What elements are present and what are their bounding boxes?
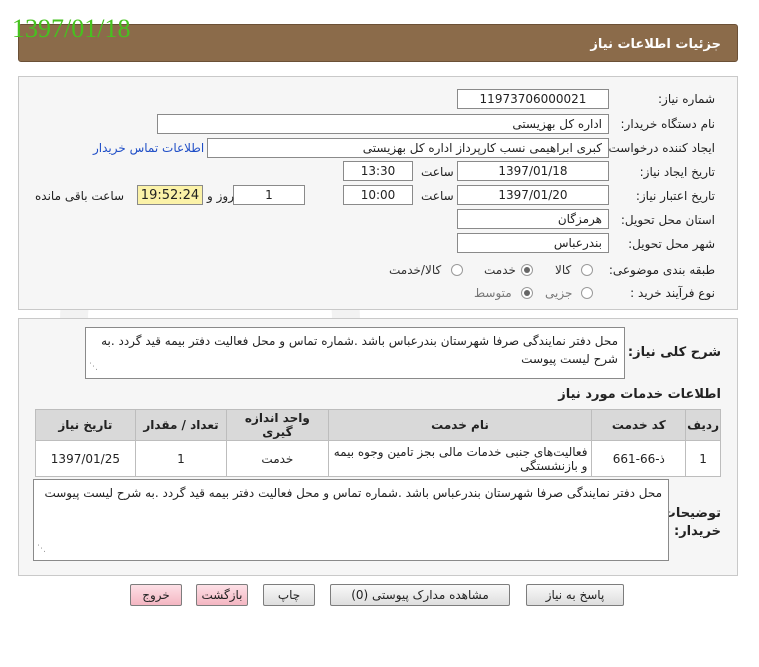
buyer-notes-text: محل دفتر نمایندگی صرفا شهرستان بندرعباس … bbox=[44, 486, 662, 500]
need-info-panel: شماره نیاز: 11973706000021 نام دستگاه خر… bbox=[18, 76, 738, 310]
page-title: جزئیات اطلاعات نیاز bbox=[590, 37, 721, 52]
remaining-time-field: 19:52:24 bbox=[137, 185, 203, 205]
view-attachments-button[interactable]: مشاهده مدارک پیوستی (0) bbox=[330, 584, 510, 606]
category-both-radio[interactable] bbox=[451, 264, 463, 276]
buyer-org-label: نام دستگاه خریدار: bbox=[620, 117, 716, 131]
category-goods-radio[interactable] bbox=[581, 264, 593, 276]
requester-label: ایجاد کننده درخواست: bbox=[604, 141, 715, 155]
col-row-number: ردیف bbox=[685, 409, 721, 441]
reply-button[interactable]: پاسخ به نیاز bbox=[526, 584, 624, 606]
services-table-header: ردیف کد خدمت نام خدمت واحد اندازه گیری ت… bbox=[35, 409, 721, 441]
created-time-field: 13:30 bbox=[343, 161, 413, 181]
need-details-panel: شرح کلی نیاز: محل دفتر نمایندگی صرفا شهر… bbox=[18, 318, 738, 576]
remaining-label: ساعت باقی مانده bbox=[35, 189, 125, 203]
city-label: شهر محل تحویل: bbox=[628, 237, 715, 251]
category-label: طبقه بندی موضوعی: bbox=[608, 263, 715, 277]
col-need-date: تاریخ نیاز bbox=[35, 409, 136, 441]
province-field: هرمزگان bbox=[457, 209, 609, 229]
col-service-name: نام خدمت bbox=[327, 409, 593, 441]
services-table: ردیف کد خدمت نام خدمت واحد اندازه گیری ت… bbox=[35, 409, 721, 477]
buyer-org-field: اداره کل بهزیستی bbox=[157, 114, 609, 134]
print-button[interactable]: چاپ bbox=[263, 584, 315, 606]
summary-text: محل دفتر نمایندگی صرفا شهرستان بندرعباس … bbox=[101, 334, 618, 366]
category-service-radio[interactable] bbox=[521, 264, 533, 276]
cell-quantity: 1 bbox=[134, 440, 228, 477]
category-goods-label: کالا bbox=[555, 263, 572, 277]
valid-date-field: 1397/01/20 bbox=[457, 185, 609, 205]
resize-grip-icon[interactable]: ⋰ bbox=[89, 358, 98, 376]
valid-date-label: تاریخ اعتبار نیاز: bbox=[635, 189, 715, 203]
date-stamp: 1397/01/18 bbox=[12, 14, 131, 43]
cell-row-number: 1 bbox=[685, 440, 721, 477]
valid-time-label: ساعت bbox=[421, 189, 454, 203]
buyer-notes-label: توضیحات خریدار: bbox=[662, 506, 721, 539]
created-date-field: 1397/01/18 bbox=[457, 161, 609, 181]
col-unit: واحد اندازه گیری bbox=[226, 409, 329, 441]
services-section-title: اطلاعات خدمات مورد نیاز bbox=[558, 387, 721, 402]
remaining-days-field: 1 bbox=[233, 185, 305, 205]
col-service-code: کد خدمت bbox=[591, 409, 687, 441]
valid-time-field: 10:00 bbox=[343, 185, 413, 205]
cell-need-date: 1397/01/25 bbox=[35, 440, 136, 477]
category-both-label: کالا/خدمت bbox=[389, 263, 442, 277]
summary-label: شرح کلی نیاز: bbox=[627, 345, 721, 360]
buyer-contact-link[interactable]: اطلاعات تماس خریدار bbox=[93, 141, 204, 155]
created-time-label: ساعت bbox=[421, 165, 454, 179]
created-date-label: تاریخ ایجاد نیاز: bbox=[639, 165, 715, 179]
exit-button[interactable]: خروج bbox=[130, 584, 182, 606]
requester-field: کبری ابراهیمی نسب کارپرداز اداره کل بهزی… bbox=[207, 138, 609, 158]
days-label: روز و bbox=[207, 189, 234, 203]
process-minor-label: جزیی bbox=[545, 286, 573, 300]
buyer-notes-textarea: محل دفتر نمایندگی صرفا شهرستان بندرعباس … bbox=[33, 479, 669, 561]
summary-textarea: محل دفتر نمایندگی صرفا شهرستان بندرعباس … bbox=[85, 327, 625, 379]
process-medium-radio[interactable] bbox=[521, 287, 533, 299]
city-field: بندرعباس bbox=[457, 233, 609, 253]
col-quantity: تعداد / مقدار bbox=[134, 409, 228, 441]
cell-service-name: فعالیت‌های جنبی خدمات مالی بجز تامین وجو… bbox=[327, 440, 593, 477]
process-minor-radio[interactable] bbox=[581, 287, 593, 299]
process-label: نوع فرآیند خرید : bbox=[630, 286, 715, 300]
category-service-label: خدمت bbox=[484, 263, 516, 277]
resize-grip-icon[interactable]: ⋰ bbox=[37, 540, 46, 558]
need-number-label: شماره نیاز: bbox=[658, 92, 715, 106]
back-button[interactable]: بازگشت bbox=[196, 584, 248, 606]
need-number-field: 11973706000021 bbox=[457, 89, 609, 109]
table-row: 1 ذ-66-661 فعالیت‌های جنبی خدمات مالی بج… bbox=[35, 440, 721, 477]
province-label: استان محل تحویل: bbox=[620, 213, 715, 227]
cell-unit: خدمت bbox=[226, 440, 329, 477]
process-medium-label: متوسط bbox=[474, 286, 512, 300]
cell-service-code: ذ-66-661 bbox=[591, 440, 687, 477]
